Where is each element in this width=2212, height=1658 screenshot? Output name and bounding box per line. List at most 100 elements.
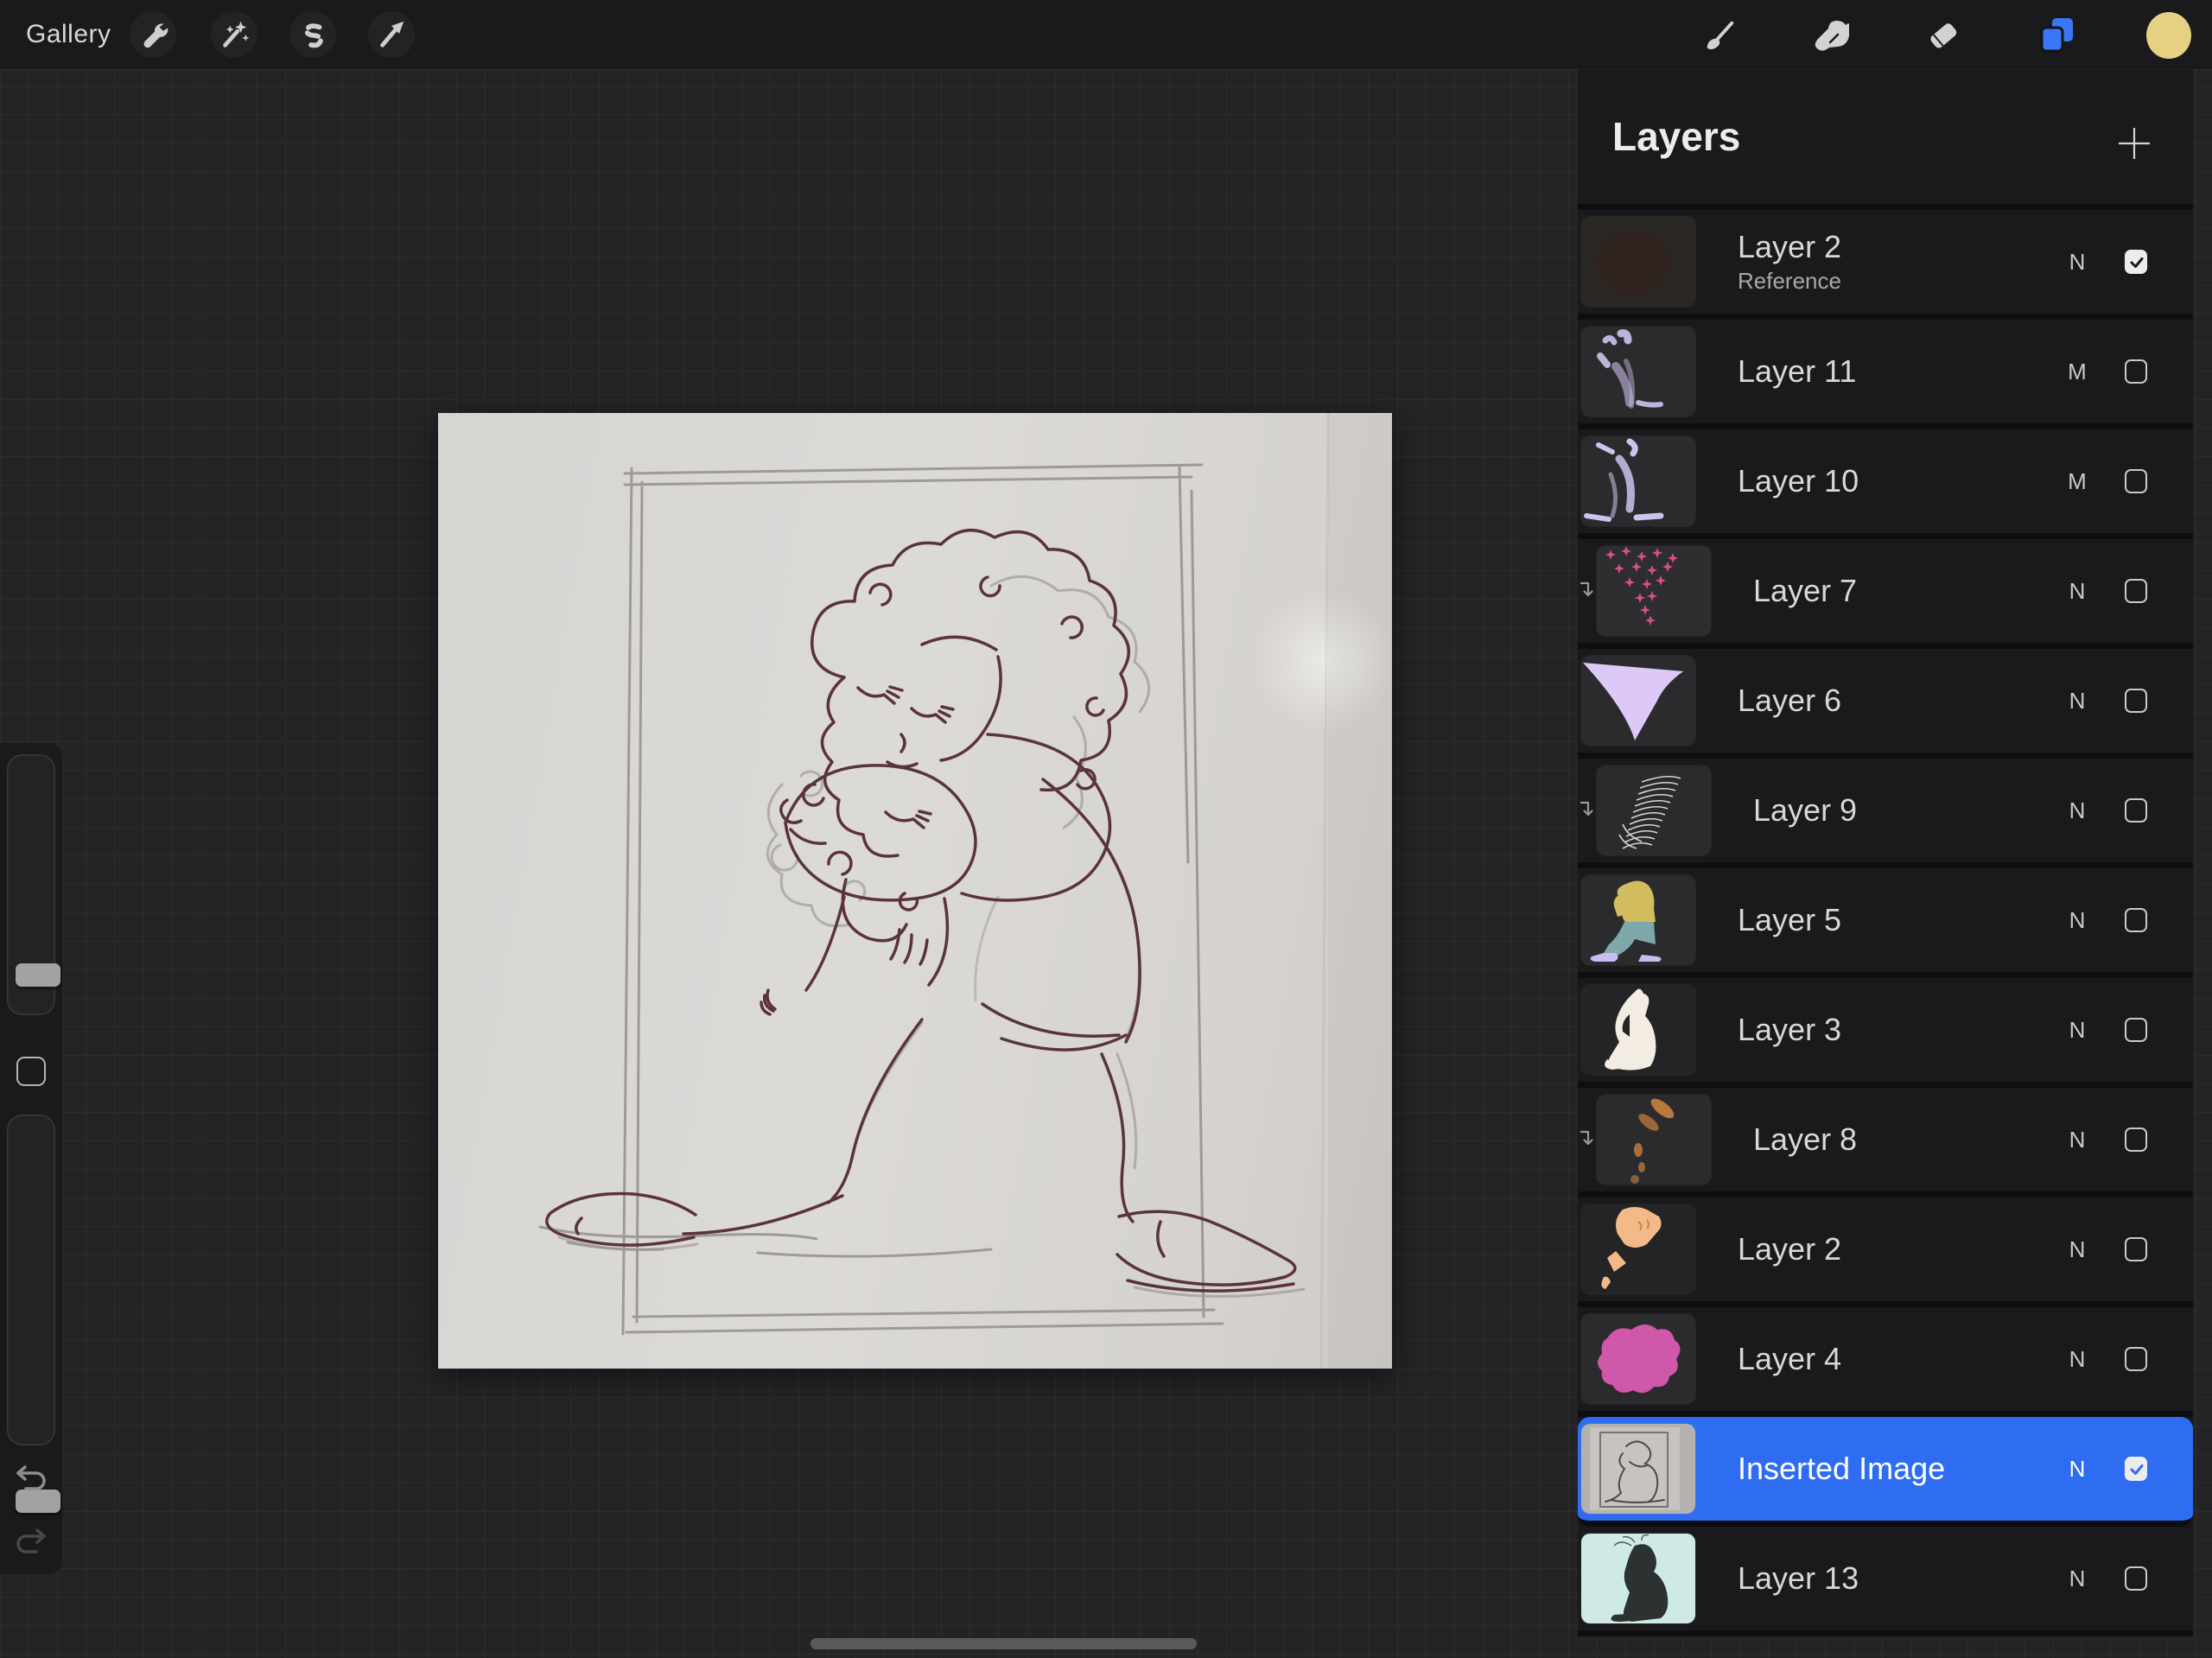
layer-name[interactable]: Layer 3 xyxy=(1738,1014,1841,1045)
layer-row[interactable]: Inserted Image N xyxy=(1578,1417,2193,1527)
layer-thumbnail[interactable] xyxy=(1581,985,1695,1075)
adjustments-button[interactable] xyxy=(211,11,257,58)
opacity-slider[interactable] xyxy=(7,1115,55,1445)
drawing-canvas[interactable] xyxy=(438,413,1392,1369)
selection-s-icon xyxy=(296,18,329,51)
blend-mode-button[interactable]: N xyxy=(2058,1197,2096,1301)
layer-thumbnail[interactable] xyxy=(1597,765,1711,855)
layer-visibility-checkbox[interactable] xyxy=(2125,1237,2147,1261)
plus-icon xyxy=(2117,126,2152,165)
blend-mode-button[interactable]: N xyxy=(2058,210,2096,314)
layer-name[interactable]: Layer 5 xyxy=(1738,905,1841,936)
layer-row[interactable]: Layer 3 N xyxy=(1578,978,2193,1088)
blend-mode-button[interactable]: N xyxy=(2058,978,2096,1082)
magic-wand-icon xyxy=(218,18,251,51)
layer-visibility-checkbox[interactable] xyxy=(2125,908,2147,932)
layers-panel-button[interactable] xyxy=(2033,11,2082,60)
layer-row[interactable]: Layer 13 N xyxy=(1578,1527,2193,1636)
layer-row[interactable]: Layer 10 M xyxy=(1578,429,2193,539)
layer-row[interactable]: Layer 11 M xyxy=(1578,320,2193,429)
layer-thumbnail[interactable] xyxy=(1581,875,1695,965)
transform-button[interactable] xyxy=(368,11,415,58)
paint-tool-button[interactable] xyxy=(1695,11,1744,60)
color-swatch xyxy=(2145,11,2193,60)
brush-size-slider[interactable] xyxy=(7,754,55,1015)
layer-name-block: Layer 3 xyxy=(1738,978,1841,1082)
clipping-mask-arrow-icon xyxy=(1578,800,1595,821)
layer-thumbnail[interactable] xyxy=(1581,1534,1695,1623)
blend-mode-button[interactable]: N xyxy=(2058,1088,2096,1191)
layer-thumbnail[interactable] xyxy=(1581,1204,1695,1294)
add-layer-button[interactable] xyxy=(2103,121,2165,169)
blend-mode-button[interactable]: N xyxy=(2058,1417,2096,1521)
layer-name[interactable]: Layer 4 xyxy=(1738,1344,1841,1375)
layer-row[interactable]: Layer 2ReferenceN xyxy=(1578,210,2193,320)
layer-thumbnail[interactable] xyxy=(1581,327,1695,416)
clipping-mask-arrow-icon xyxy=(1578,1129,1595,1150)
blend-mode-button[interactable]: N xyxy=(2058,759,2096,862)
smudge-tool-button[interactable] xyxy=(1806,11,1854,60)
erase-tool-button[interactable] xyxy=(1919,11,1967,60)
layer-name[interactable]: Layer 10 xyxy=(1738,466,1859,497)
layer-visibility-checkbox[interactable] xyxy=(2125,469,2147,493)
blend-mode-button[interactable]: N xyxy=(2058,649,2096,753)
layer-row[interactable]: Layer 4 N xyxy=(1578,1307,2193,1417)
blend-mode-button[interactable]: N xyxy=(2058,868,2096,972)
blend-mode-button[interactable]: M xyxy=(2058,429,2096,533)
layer-thumbnail[interactable] xyxy=(1581,217,1695,307)
layer-visibility-checkbox[interactable] xyxy=(2125,250,2147,274)
layer-row[interactable]: Layer 7 N xyxy=(1578,539,2193,649)
modify-button[interactable] xyxy=(16,1057,46,1086)
layer-thumbnail[interactable] xyxy=(1581,1424,1695,1514)
blend-mode-button[interactable]: N xyxy=(2058,1527,2096,1630)
layer-name[interactable]: Layer 6 xyxy=(1738,685,1841,716)
layer-name[interactable]: Layer 9 xyxy=(1753,795,1857,826)
layer-name[interactable]: Layer 8 xyxy=(1753,1124,1857,1155)
layer-visibility-checkbox[interactable] xyxy=(2125,1347,2147,1371)
blend-mode-button[interactable]: M xyxy=(2058,320,2096,423)
layer-name[interactable]: Layer 13 xyxy=(1738,1563,1859,1594)
layer-visibility-checkbox[interactable] xyxy=(2125,579,2147,603)
layer-row[interactable]: Layer 9 N xyxy=(1578,759,2193,868)
layers-panel: Layers Layer 2ReferenceN Layer 11 M Layer… xyxy=(1578,69,2193,1636)
layer-thumbnail[interactable] xyxy=(1581,656,1695,746)
canvas-artwork xyxy=(438,413,1392,1369)
color-swatch-button[interactable] xyxy=(2145,11,2193,60)
layer-visibility-checkbox[interactable] xyxy=(2125,359,2147,384)
layer-name[interactable]: Layer 2 xyxy=(1738,1234,1841,1265)
wrench-icon xyxy=(137,18,169,51)
layer-visibility-checkbox[interactable] xyxy=(2125,1018,2147,1042)
layer-name[interactable]: Layer 2 xyxy=(1738,232,1841,263)
layer-visibility-checkbox[interactable] xyxy=(2125,689,2147,713)
layers-panel-title: Layers xyxy=(1612,113,1740,160)
layer-visibility-checkbox[interactable] xyxy=(2125,798,2147,823)
undo-arrow-icon xyxy=(14,1485,48,1500)
layers-panel-header: Layers xyxy=(1578,69,2193,210)
layer-row[interactable]: Layer 8 N xyxy=(1578,1088,2193,1197)
layer-visibility-checkbox[interactable] xyxy=(2125,1457,2147,1481)
layer-row[interactable]: Layer 2 N xyxy=(1578,1197,2193,1307)
blend-mode-button[interactable]: N xyxy=(2058,539,2096,643)
selection-button[interactable] xyxy=(289,11,336,58)
layer-row[interactable]: Layer 6 N xyxy=(1578,649,2193,759)
actions-button[interactable] xyxy=(130,11,176,58)
brush-size-handle[interactable] xyxy=(16,963,60,987)
layer-thumbnail[interactable] xyxy=(1581,1314,1695,1404)
undo-button[interactable] xyxy=(14,1462,48,1496)
layer-name-block: Layer 8 xyxy=(1753,1088,1857,1191)
layer-row[interactable]: Layer 5 N xyxy=(1578,868,2193,978)
layer-name[interactable]: Layer 7 xyxy=(1753,575,1857,607)
gallery-button[interactable]: Gallery xyxy=(26,0,111,69)
redo-button[interactable] xyxy=(14,1525,48,1560)
layer-visibility-checkbox[interactable] xyxy=(2125,1566,2147,1591)
layer-name-block: Layer 2 xyxy=(1738,1197,1841,1301)
layer-thumbnail[interactable] xyxy=(1597,546,1711,636)
layer-visibility-checkbox[interactable] xyxy=(2125,1128,2147,1152)
layer-thumbnail[interactable] xyxy=(1597,1095,1711,1185)
layer-name[interactable]: Inserted Image xyxy=(1738,1453,1945,1484)
blend-mode-button[interactable]: N xyxy=(2058,1307,2096,1411)
layer-name-block: Layer 10 xyxy=(1738,429,1859,533)
layer-name[interactable]: Layer 11 xyxy=(1738,356,1856,387)
layer-thumbnail[interactable] xyxy=(1581,436,1695,526)
home-indicator[interactable] xyxy=(810,1638,1197,1649)
